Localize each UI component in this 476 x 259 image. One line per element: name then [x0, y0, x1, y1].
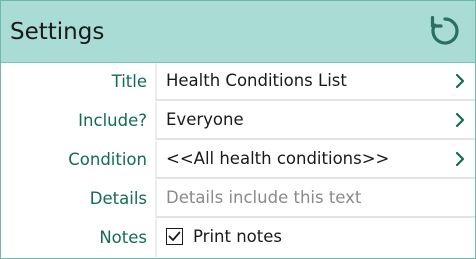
row-condition: Condition <<All health conditions>> — [1, 141, 475, 179]
condition-label: Condition — [68, 150, 147, 169]
include-value: Everyone — [166, 110, 244, 129]
row-details: Details Details include this text — [1, 180, 475, 218]
print-notes-label[interactable]: Print notes — [193, 219, 282, 255]
chevron-right-icon — [455, 151, 465, 167]
include-field[interactable]: Everyone — [155, 102, 475, 140]
details-placeholder: Details include this text — [166, 188, 362, 207]
header-bar: Settings — [1, 1, 475, 63]
row-title: Title Health Conditions List — [1, 63, 475, 101]
checkmark-icon — [168, 231, 181, 241]
notes-field: Print notes — [155, 219, 475, 257]
details-label: Details — [89, 189, 147, 208]
title-field[interactable]: Health Conditions List — [155, 63, 475, 101]
chevron-right-icon — [455, 112, 465, 128]
page-title: Settings — [10, 19, 105, 45]
print-notes-checkbox[interactable] — [166, 228, 183, 245]
row-include: Include? Everyone — [1, 102, 475, 140]
title-label: Title — [111, 72, 147, 91]
condition-field[interactable]: <<All health conditions>> — [155, 141, 475, 179]
title-value: Health Conditions List — [166, 71, 347, 90]
chevron-right-icon — [455, 73, 465, 89]
condition-value: <<All health conditions>> — [166, 149, 390, 168]
row-notes: Notes Print notes — [1, 219, 475, 257]
details-input[interactable]: Details include this text — [155, 180, 475, 218]
settings-panel: Settings Title Health Conditions List In… — [0, 0, 476, 259]
refresh-icon[interactable] — [425, 11, 465, 51]
notes-label: Notes — [99, 228, 147, 247]
include-label: Include? — [78, 111, 147, 130]
